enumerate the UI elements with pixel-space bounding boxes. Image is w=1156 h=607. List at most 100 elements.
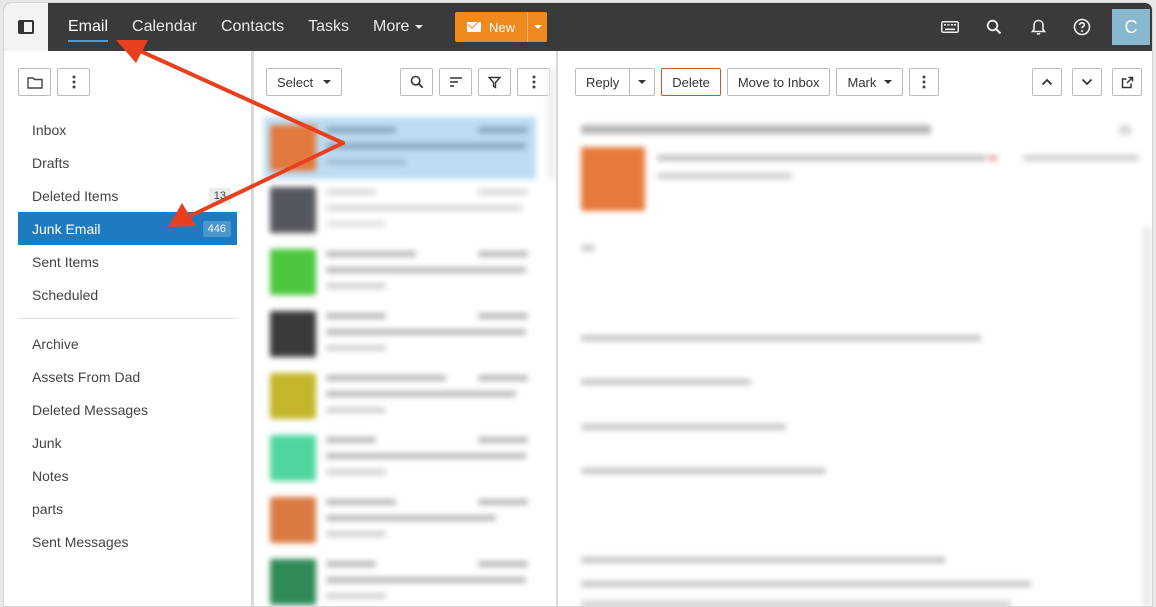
message-preview-line bbox=[326, 453, 526, 459]
sender-avatar bbox=[270, 435, 316, 481]
next-message-button[interactable] bbox=[1072, 68, 1102, 96]
folder-label: Junk Email bbox=[32, 220, 101, 237]
nav-contacts[interactable]: Contacts bbox=[221, 14, 284, 40]
folder-divider bbox=[18, 318, 237, 319]
new-button[interactable]: New bbox=[455, 12, 548, 42]
open-in-new-window-button[interactable] bbox=[1112, 68, 1142, 96]
message-preview-line bbox=[326, 329, 526, 335]
bell-icon bbox=[1030, 19, 1046, 35]
message-preview-line bbox=[326, 143, 526, 149]
message-preview-line bbox=[326, 345, 386, 351]
folder-label: Notes bbox=[32, 467, 69, 484]
keyboard-icon bbox=[941, 21, 959, 33]
previous-message-button[interactable] bbox=[1032, 68, 1062, 96]
nav-email[interactable]: Email bbox=[68, 14, 109, 42]
search-list-button[interactable] bbox=[400, 68, 434, 96]
delete-button[interactable]: Delete bbox=[661, 68, 721, 96]
folder-junk[interactable]: Junk bbox=[18, 426, 237, 459]
nav-tasks[interactable]: Tasks bbox=[308, 14, 349, 40]
folder-sent-messages[interactable]: Sent Messages bbox=[18, 525, 237, 558]
message-row[interactable] bbox=[264, 365, 536, 427]
message-preview-line bbox=[478, 313, 528, 319]
message-body bbox=[559, 111, 1152, 606]
message-preview-line bbox=[478, 251, 528, 257]
message-preview-line bbox=[478, 375, 528, 381]
chevron-down-icon bbox=[533, 25, 542, 29]
message-preview-line bbox=[478, 437, 528, 443]
reading-scrollbar[interactable] bbox=[1142, 227, 1152, 606]
folder-drafts[interactable]: Drafts bbox=[18, 146, 237, 179]
message-preview-line bbox=[326, 391, 516, 397]
message-preview-line bbox=[326, 375, 446, 381]
folder-inbox[interactable]: Inbox bbox=[18, 113, 237, 146]
move-to-inbox-button[interactable]: Move to Inbox bbox=[726, 68, 831, 96]
folder-archive[interactable]: Archive bbox=[18, 327, 237, 360]
list-scrollbar[interactable] bbox=[548, 69, 556, 179]
nav-more[interactable]: More bbox=[373, 14, 424, 40]
search-icon bbox=[410, 75, 423, 89]
top-bar: Email Calendar Contacts Tasks More New C bbox=[4, 3, 1152, 51]
message-row[interactable] bbox=[264, 179, 536, 241]
folder-actions-button[interactable] bbox=[18, 68, 51, 96]
more-vertical-icon bbox=[532, 75, 536, 89]
reply-button[interactable]: Reply bbox=[575, 68, 631, 96]
folder-label: Inbox bbox=[32, 121, 67, 138]
sort-icon bbox=[449, 77, 462, 87]
new-dropdown-button[interactable] bbox=[527, 12, 547, 42]
sidebar-toggle-button[interactable] bbox=[4, 3, 48, 51]
chevron-down-icon bbox=[884, 80, 893, 84]
unread-count-badge: 13 bbox=[208, 187, 231, 204]
folder-more-button[interactable] bbox=[57, 68, 90, 96]
folder-label: Drafts bbox=[32, 154, 70, 171]
folder-deleted-messages[interactable]: Deleted Messages bbox=[18, 393, 237, 426]
message-preview-line bbox=[326, 221, 386, 227]
message-preview-line bbox=[478, 189, 528, 195]
sender-avatar bbox=[270, 187, 316, 233]
message-preview-line bbox=[1119, 125, 1131, 135]
reply-options-button[interactable] bbox=[630, 68, 656, 96]
help-button[interactable] bbox=[1060, 3, 1104, 51]
message-row[interactable] bbox=[264, 489, 536, 551]
sort-button[interactable] bbox=[439, 68, 473, 96]
select-dropdown[interactable]: Select bbox=[266, 68, 343, 96]
message-preview-line bbox=[581, 468, 826, 474]
folder-assets-from-dad[interactable]: Assets From Dad bbox=[18, 360, 237, 393]
search-button[interactable] bbox=[972, 3, 1016, 51]
message-preview-line bbox=[326, 593, 386, 599]
user-avatar[interactable]: C bbox=[1112, 9, 1150, 45]
folder-deleted-items[interactable]: Deleted Items 13 bbox=[18, 179, 237, 212]
pane-divider[interactable] bbox=[556, 51, 558, 606]
reader-more-button[interactable] bbox=[909, 68, 940, 96]
message-navigation bbox=[1032, 68, 1142, 96]
folder-pane: Inbox Drafts Deleted Items 13 Junk Email 4… bbox=[4, 51, 251, 606]
folder-notes[interactable]: Notes bbox=[18, 459, 237, 492]
sender-avatar bbox=[581, 147, 645, 211]
folder-label: Deleted Messages bbox=[32, 401, 148, 418]
chevron-down-icon bbox=[323, 80, 332, 84]
new-button-main[interactable]: New bbox=[455, 12, 527, 42]
message-preview-line bbox=[478, 127, 528, 133]
message-row[interactable] bbox=[264, 427, 536, 489]
nav-calendar[interactable]: Calendar bbox=[132, 14, 197, 40]
message-row[interactable] bbox=[264, 303, 536, 365]
mark-dropdown[interactable]: Mark bbox=[836, 68, 904, 96]
message-list-pane: Select bbox=[254, 51, 556, 606]
message-preview-line bbox=[989, 155, 997, 161]
folder-parts[interactable]: parts bbox=[18, 492, 237, 525]
notifications-button[interactable] bbox=[1016, 3, 1060, 51]
folder-label: Sent Messages bbox=[32, 533, 129, 550]
filter-button[interactable] bbox=[478, 68, 512, 96]
message-row[interactable] bbox=[264, 551, 536, 606]
main-nav: Email Calendar Contacts Tasks More bbox=[68, 3, 447, 51]
message-preview-line bbox=[326, 437, 376, 443]
message-row[interactable] bbox=[264, 241, 536, 303]
folder-junk-email[interactable]: Junk Email 446 bbox=[18, 212, 237, 245]
message-row[interactable] bbox=[264, 117, 536, 179]
unread-count-badge: 446 bbox=[202, 220, 231, 237]
filter-icon bbox=[488, 76, 502, 89]
folder-scheduled[interactable]: Scheduled bbox=[18, 278, 237, 311]
keyboard-shortcuts-button[interactable] bbox=[928, 3, 972, 51]
message-preview-line bbox=[1023, 155, 1139, 161]
list-more-button[interactable] bbox=[517, 68, 551, 96]
folder-sent-items[interactable]: Sent Items bbox=[18, 245, 237, 278]
